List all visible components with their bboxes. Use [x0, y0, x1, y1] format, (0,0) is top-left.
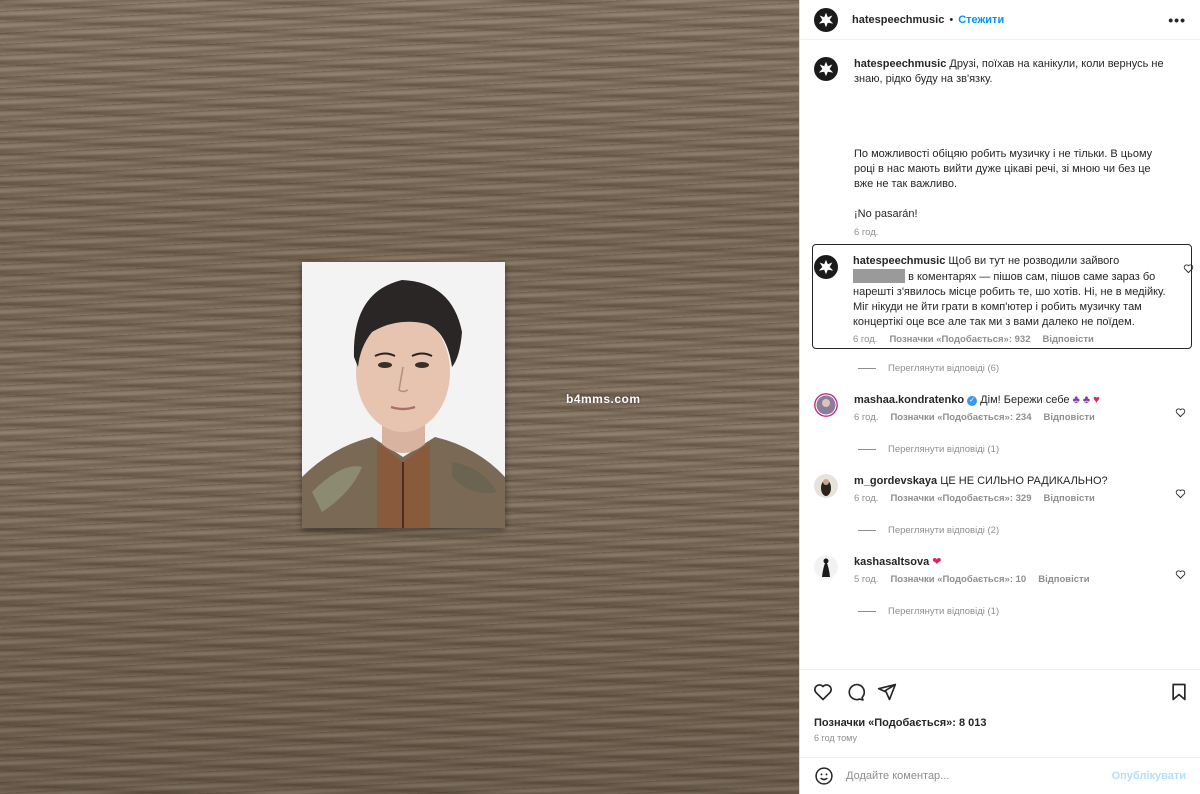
band-logo-icon	[818, 12, 834, 27]
post-actions: Позначки «Подобається»: 8 013 6 год тому	[800, 669, 1200, 757]
comment-bubble-icon[interactable]	[845, 682, 865, 702]
emoji-smiley-icon[interactable]	[814, 766, 834, 786]
comment-text-part: ЦЕ НЕ СИЛЬНО РАДИКАЛЬНО?	[940, 475, 1108, 487]
view-replies-button[interactable]: Переглянути відповіді (1)	[858, 444, 999, 455]
reply-button[interactable]: Відповісти	[1038, 574, 1089, 585]
view-replies-label: Переглянути відповіді (1)	[888, 444, 1000, 455]
reply-button[interactable]: Відповісти	[1043, 412, 1094, 423]
add-comment-bar: Опублікувати	[800, 757, 1200, 794]
comment-username[interactable]: kashasaltsova	[854, 556, 929, 568]
band-logo-icon	[818, 259, 834, 275]
caption-avatar[interactable]	[814, 57, 838, 81]
comment-item: m_gordevskaya ЦЕ НЕ СИЛЬНО РАДИКАЛЬНО? 6…	[814, 474, 1186, 504]
comment-meta: 6 год. Позначки «Подобається»: 234 Відпо…	[854, 412, 1186, 423]
comments-scroll[interactable]: hatespeechmusic Друзі, поїхав на канікул…	[800, 41, 1200, 669]
more-options-icon[interactable]: •••	[1168, 12, 1186, 28]
post-side-panel: hatespeechmusic • Стежити ••• hatespeech…	[799, 0, 1200, 794]
separator-dot: •	[949, 13, 954, 26]
comment-text: hatespeechmusic Щоб ви тут не розводили …	[853, 254, 1168, 330]
replies-line	[858, 530, 876, 531]
like-comment-heart-icon[interactable]	[1183, 263, 1194, 274]
view-replies-label: Переглянути відповіді (1)	[888, 606, 1000, 617]
comment-likes-count[interactable]: Позначки «Подобається»: 329	[890, 493, 1031, 504]
author-username[interactable]: hatespeechmusic	[852, 14, 944, 26]
post-likes-count[interactable]: Позначки «Подобається»: 8 013	[814, 717, 986, 729]
comment-text: kashasaltsova ❤	[854, 555, 1164, 570]
heart-emoji-icon: ♥	[1093, 394, 1100, 406]
comment-time[interactable]: 5 год.	[854, 574, 878, 585]
caption-text: hatespeechmusic Друзі, поїхав на канікул…	[854, 57, 1164, 222]
view-replies-button[interactable]: Переглянути відповіді (1)	[858, 606, 999, 617]
like-comment-heart-icon[interactable]	[1175, 407, 1186, 418]
caption-username[interactable]: hatespeechmusic	[854, 58, 946, 70]
caption-para-3: ¡No pasarán!	[854, 208, 918, 220]
comment-meta: 6 год. Позначки «Подобається»: 329 Відпо…	[854, 493, 1186, 504]
replies-line	[858, 449, 876, 450]
comment-text: m_gordevskaya ЦЕ НЕ СИЛЬНО РАДИКАЛЬНО?	[854, 474, 1164, 489]
reply-button[interactable]: Відповісти	[1043, 493, 1094, 504]
caption-time[interactable]: 6 год.	[854, 227, 878, 238]
caption-meta: 6 год.	[854, 227, 1186, 238]
view-replies-label: Переглянути відповіді (2)	[888, 525, 1000, 536]
comment-item: kashasaltsova ❤ 5 год. Позначки «Подобає…	[814, 555, 1186, 585]
verified-badge-icon: ✓	[967, 396, 978, 406]
comment-text: mashaa.kondratenko ✓ Дім! Бережи себе ♣ …	[854, 393, 1164, 408]
comment-time[interactable]: 6 год.	[854, 493, 878, 504]
heart-emoji-icon: ❤	[932, 556, 942, 568]
comment-input[interactable]	[846, 770, 1106, 782]
like-comment-heart-icon[interactable]	[1175, 488, 1186, 499]
replies-line	[858, 368, 876, 369]
author-avatar[interactable]	[814, 7, 838, 32]
comment-time[interactable]: 6 год.	[853, 334, 877, 345]
reply-button[interactable]: Відповісти	[1042, 334, 1093, 345]
post-caption: hatespeechmusic Друзі, поїхав на канікул…	[814, 57, 1186, 238]
comment-likes-count[interactable]: Позначки «Подобається»: 932	[889, 334, 1030, 345]
portrait-image	[302, 262, 505, 528]
view-replies-button[interactable]: Переглянути відповіді (6)	[858, 363, 999, 374]
post-media[interactable]: b4mms.com	[0, 0, 799, 794]
post-header: hatespeechmusic • Стежити •••	[800, 0, 1200, 40]
comment-text-part: Дім! Бережи себе	[980, 394, 1070, 406]
grapes-emoji-icon: ♣ ♣	[1072, 394, 1091, 406]
bookmark-icon	[1172, 683, 1186, 701]
comment-username[interactable]: m_gordevskaya	[854, 475, 937, 487]
comment-avatar[interactable]	[814, 255, 838, 279]
action-row	[813, 682, 897, 702]
comment-meta: 5 год. Позначки «Подобається»: 10 Відпов…	[854, 574, 1186, 585]
comment-meta: 6 год. Позначки «Подобається»: 932 Відпо…	[853, 334, 1191, 345]
comment-item: hatespeechmusic Щоб ви тут не розводили …	[812, 244, 1194, 349]
watermark-text: b4mms.com	[566, 392, 641, 406]
comment-username[interactable]: mashaa.kondratenko	[854, 394, 964, 406]
comment-avatar[interactable]	[814, 474, 838, 498]
view-replies-button[interactable]: Переглянути відповіді (2)	[858, 525, 999, 536]
comment-text-part: Щоб ви тут не розводили зайвого	[948, 255, 1120, 267]
publish-button[interactable]: Опублікувати	[1112, 770, 1186, 782]
redacted-block	[853, 269, 905, 283]
view-replies-label: Переглянути відповіді (6)	[888, 363, 1000, 374]
comment-avatar[interactable]	[814, 555, 838, 579]
caption-para-2: По можливості обіцяю робить музичку і не…	[854, 148, 1153, 190]
post-time-ago[interactable]: 6 год тому	[814, 733, 857, 743]
comment-avatar[interactable]	[814, 393, 838, 417]
save-bookmark-button[interactable]	[1169, 682, 1189, 705]
comment-time[interactable]: 6 год.	[854, 412, 878, 423]
like-comment-heart-icon[interactable]	[1175, 569, 1186, 580]
band-logo-icon	[818, 61, 834, 77]
comment-username[interactable]: hatespeechmusic	[853, 255, 945, 267]
comment-likes-count[interactable]: Позначки «Подобається»: 10	[890, 574, 1026, 585]
replies-line	[858, 611, 876, 612]
share-send-icon[interactable]	[877, 682, 897, 702]
comment-item: mashaa.kondratenko ✓ Дім! Бережи себе ♣ …	[814, 393, 1186, 423]
like-heart-icon[interactable]	[813, 682, 833, 702]
passport-photo	[302, 262, 505, 528]
comment-likes-count[interactable]: Позначки «Подобається»: 234	[890, 412, 1031, 423]
follow-button[interactable]: Стежити	[958, 14, 1004, 26]
